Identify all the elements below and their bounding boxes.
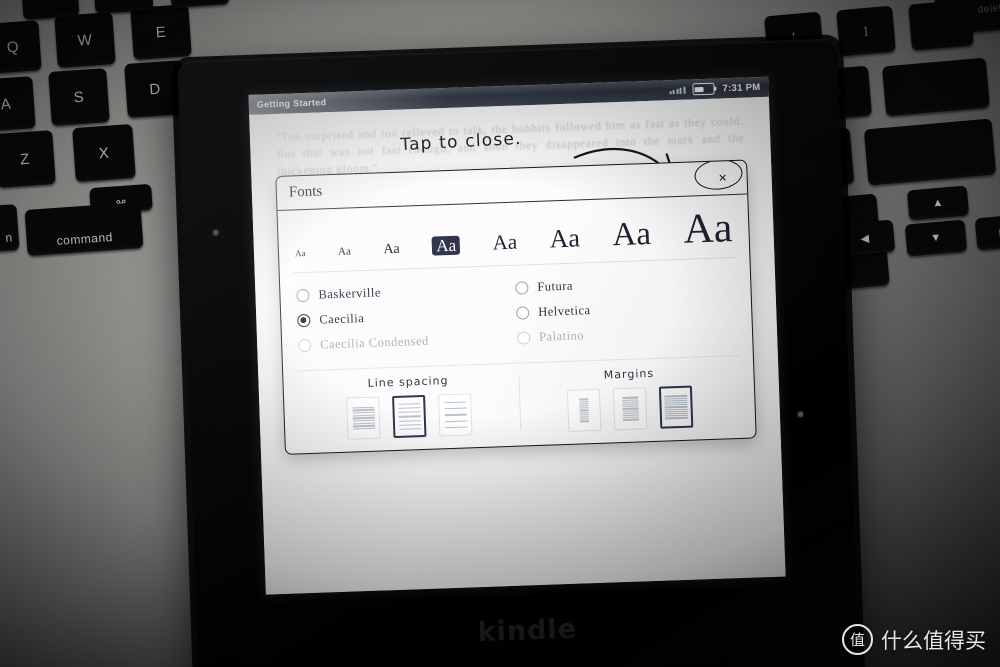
key-z[interactable]: Z	[0, 130, 56, 188]
radio-icon-selected[interactable]	[297, 313, 311, 328]
typeface-list: Baskerville Caecilia Caecilia Condensed	[294, 258, 739, 362]
font-size-step-4-selected[interactable]: Aa	[431, 235, 461, 256]
font-size-step-6[interactable]: Aa	[549, 223, 580, 253]
key-label: W	[77, 31, 93, 49]
margins-options	[519, 384, 741, 434]
key-fn[interactable]: n	[0, 204, 20, 254]
font-size-step-1[interactable]: Aa	[295, 248, 306, 258]
line-spacing-option-loose[interactable]	[438, 393, 473, 437]
margins-option-narrow-selected[interactable]	[658, 385, 694, 429]
key-arrow-up[interactable]: ▲	[906, 185, 970, 221]
key-label: Q	[6, 38, 20, 56]
font-size-step-3[interactable]: Aa	[383, 242, 400, 258]
screenshot-root: Q W E A S D Z X ⌘ command n delete [ ] "…	[0, 0, 1000, 667]
font-size-step-2[interactable]: Aa	[338, 245, 351, 257]
watermark: 值 什么值得买	[842, 624, 986, 655]
typeface-label: Palatino	[538, 328, 585, 344]
hand-drawn-ellipse-icon	[693, 159, 744, 192]
key-label: A	[0, 95, 12, 113]
key-arrow-right[interactable]: ▶	[974, 213, 1000, 251]
eink-screen: Getting Started 7:31 PM "Too surprised a…	[248, 76, 786, 595]
kindle-brand-logo: kindle	[477, 613, 578, 649]
status-bar-spacer	[326, 90, 669, 102]
key-label: S	[73, 88, 85, 106]
status-bar-time: 7:31 PM	[722, 81, 761, 94]
key-backslash[interactable]	[908, 0, 974, 51]
typeface-column-right: Futura Helvetica Palatino	[515, 268, 736, 351]
margins-label: Margins	[603, 366, 655, 382]
radio-icon[interactable]	[298, 338, 312, 353]
line-spacing-options	[298, 392, 520, 442]
typeface-column-left: Baskerville Caecilia Caecilia Condensed	[296, 276, 517, 359]
font-size-step-7[interactable]: Aa	[612, 216, 652, 253]
radio-icon[interactable]	[516, 331, 531, 345]
line-spacing-label: Line spacing	[367, 374, 449, 390]
kindle-device: kindle Getting Started 7:31 PM "Too surp…	[97, 20, 920, 667]
watermark-text: 什么值得买	[881, 628, 986, 653]
key-label: ▼	[929, 231, 943, 245]
typeface-label: Futura	[537, 278, 574, 294]
fonts-panel-title: Fonts	[288, 183, 323, 201]
key-label: Z	[19, 150, 31, 168]
led-indicator-icon	[797, 411, 804, 417]
status-bar-title: Getting Started	[256, 97, 327, 110]
font-size-step-5[interactable]: Aa	[492, 230, 517, 255]
font-size-step-8[interactable]: Aa	[683, 205, 734, 253]
key-label: delete	[977, 1, 1000, 16]
radio-icon[interactable]	[515, 281, 529, 295]
radio-icon[interactable]	[516, 306, 530, 320]
battery-icon	[692, 82, 715, 96]
fonts-panel-body: Aa Aa Aa Aa Aa Aa Aa Aa Baskerville Caec…	[278, 195, 756, 454]
typeface-label: Helvetica	[537, 303, 591, 319]
line-spacing-group: Line spacing	[297, 372, 520, 442]
wifi-signal-icon	[669, 86, 686, 94]
layout-options: Line spacing Margins	[297, 354, 742, 442]
watermark-badge-icon: 值	[842, 624, 873, 655]
radio-icon[interactable]	[296, 288, 310, 303]
key-arrow-down[interactable]: ▼	[904, 219, 968, 257]
typeface-label: Caecilia Condensed	[319, 333, 430, 352]
typeface-label: Caecilia	[319, 310, 365, 327]
light-sensor-icon	[213, 230, 219, 236]
key-q[interactable]: Q	[0, 20, 42, 74]
line-spacing-option-tight[interactable]	[346, 396, 381, 440]
key-a[interactable]: A	[0, 76, 36, 132]
margins-group: Margins	[518, 364, 741, 434]
margins-option-medium[interactable]	[612, 387, 648, 431]
fonts-panel: Fonts × Aa Aa Aa Aa Aa Aa Aa Aa Baskervi…	[275, 159, 757, 455]
key-label: n	[4, 230, 14, 245]
line-spacing-option-medium-selected[interactable]	[392, 394, 427, 439]
key-label: E	[155, 23, 167, 41]
typeface-label: Baskerville	[318, 285, 382, 302]
margins-option-wide[interactable]	[566, 388, 602, 432]
key-label: ▲	[931, 196, 945, 210]
